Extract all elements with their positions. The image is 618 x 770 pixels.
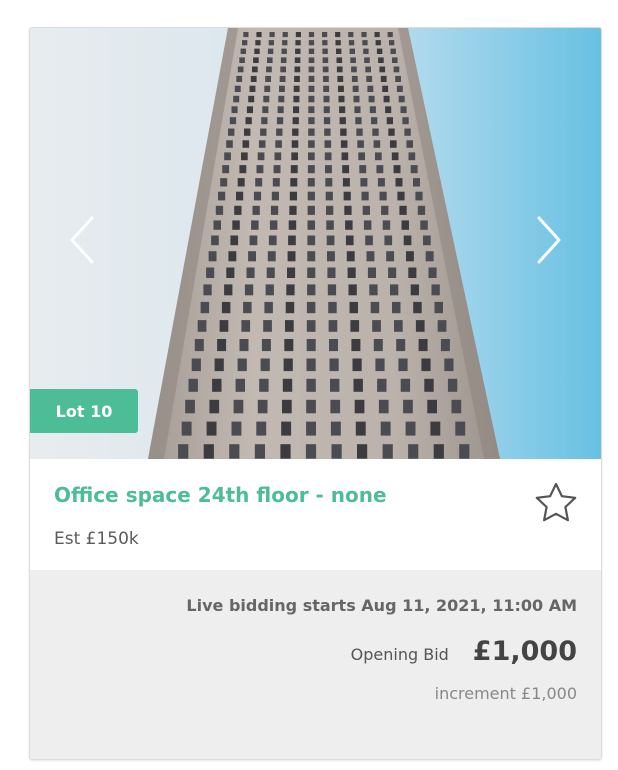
favorite-button[interactable] bbox=[532, 480, 580, 528]
bidding-panel: Live bidding starts Aug 11, 2021, 11:00 … bbox=[30, 570, 601, 759]
prev-image-button[interactable] bbox=[64, 214, 104, 266]
opening-bid: Opening Bid £1,000 bbox=[351, 636, 577, 667]
lot-info: Office space 24th floor - none Est £150k bbox=[30, 459, 601, 570]
opening-bid-amount: £1,000 bbox=[472, 636, 577, 667]
next-image-button[interactable] bbox=[527, 214, 567, 266]
star-outline-icon bbox=[535, 482, 577, 522]
lot-card[interactable]: Lot 10 Office space 24th floor - none Es… bbox=[29, 27, 602, 760]
chevron-right-icon bbox=[537, 216, 561, 264]
live-bidding-time: Live bidding starts Aug 11, 2021, 11:00 … bbox=[186, 596, 577, 615]
property-photo: Lot 10 bbox=[30, 28, 601, 459]
lot-number-badge: Lot 10 bbox=[30, 389, 138, 433]
lot-estimate: Est £150k bbox=[54, 529, 139, 549]
opening-bid-label: Opening Bid bbox=[350, 645, 449, 664]
lot-title[interactable]: Office space 24th floor - none bbox=[54, 483, 387, 507]
bid-increment: increment £1,000 bbox=[434, 684, 577, 703]
chevron-left-icon bbox=[70, 216, 94, 264]
